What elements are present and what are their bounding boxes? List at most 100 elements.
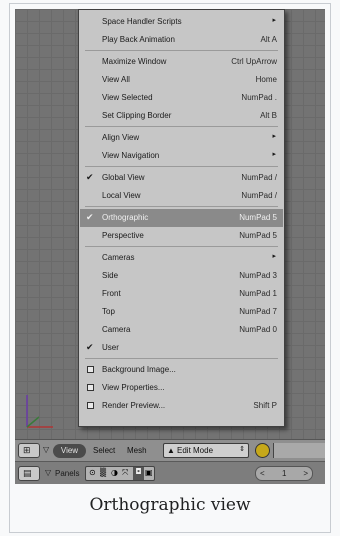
menu-item-background-image[interactable]: Background Image... xyxy=(80,361,283,379)
menu-item-label: Global View xyxy=(102,173,145,182)
context-buttons[interactable]: ⊙ ▒ ◑ ⤧ ◘ ▣ xyxy=(85,466,155,481)
menu-item-label: Top xyxy=(102,307,115,316)
menu-item-align-view[interactable]: Align View ▸ xyxy=(80,129,283,147)
menu-item-view-selected[interactable]: View Selected NumPad . xyxy=(80,89,283,107)
menu-separator xyxy=(85,358,278,359)
blender-screenshot: Space Handler Scripts ▸ Play Back Animatio… xyxy=(15,9,325,484)
window-icon xyxy=(87,366,94,373)
menu-item-label: Set Clipping Border xyxy=(102,111,172,120)
mesh-menu-button[interactable]: Mesh xyxy=(127,446,147,455)
menu-item-label: View Properties... xyxy=(102,383,165,392)
draw-type-icon[interactable] xyxy=(255,443,270,458)
menu-item-label: View Selected xyxy=(102,93,153,102)
menu-item-set-clipping-border[interactable]: Set Clipping Border Alt B xyxy=(80,107,283,125)
window-icon xyxy=(87,384,94,391)
checkmark-icon: ✔ xyxy=(86,212,94,222)
editing-context-icon[interactable]: ◘ xyxy=(133,467,144,480)
menu-item-label: Perspective xyxy=(102,231,144,240)
menu-item-shortcut: Home xyxy=(255,75,277,84)
menu-item-shortcut: Shift P xyxy=(253,401,277,410)
menu-item-label: Space Handler Scripts xyxy=(102,17,182,26)
select-menu-button[interactable]: Select xyxy=(93,446,115,455)
panels-menu-button[interactable]: Panels xyxy=(55,469,79,478)
checkmark-icon: ✔ xyxy=(86,342,94,352)
menu-separator xyxy=(85,166,278,167)
menu-item-label: View Navigation xyxy=(102,151,160,160)
menu-item-label: Camera xyxy=(102,325,131,334)
menu-separator xyxy=(85,126,278,127)
menu-item-global-view[interactable]: ✔ Global View NumPad / xyxy=(80,169,283,187)
frame-number-value: 1 xyxy=(282,469,287,478)
script-icon[interactable]: ▒ xyxy=(100,468,106,477)
checkmark-icon: ✔ xyxy=(86,172,94,182)
menu-item-local-view[interactable]: Local View NumPad / xyxy=(80,187,283,205)
menu-item-view-all[interactable]: View All Home xyxy=(80,71,283,89)
figure-frame: Space Handler Scripts ▸ Play Back Animatio… xyxy=(9,3,331,533)
figure-caption: Orthographic view xyxy=(89,495,251,515)
menu-item-shortcut: Alt B xyxy=(260,111,277,120)
object-context-icon[interactable]: ⤧ xyxy=(122,468,128,478)
menu-item-label: Cameras xyxy=(102,253,135,262)
logic-icon[interactable]: ⊙ xyxy=(89,468,96,477)
buttons-window-header: ▤ ▽ Panels ⊙ ▒ ◑ ⤧ ◘ ▣ < 1 > xyxy=(15,461,325,484)
buttons-window-type-button[interactable]: ▤ xyxy=(18,466,40,481)
menu-item-label: Render Preview... xyxy=(102,401,166,410)
menu-item-label: Align View xyxy=(102,133,140,142)
view-menu-button[interactable]: View xyxy=(53,444,86,458)
menu-item-camera[interactable]: Camera NumPad 0 xyxy=(80,321,283,339)
menu-item-label: User xyxy=(102,343,119,352)
submenu-arrow-icon: ▸ xyxy=(272,151,276,158)
3d-view-header: ⊞ ▽ View Select Mesh ▲ Edit Mode ⇕ xyxy=(15,439,325,461)
axis-gizmo-icon xyxy=(26,395,53,428)
menu-item-label: Play Back Animation xyxy=(102,35,175,44)
frame-increment-icon[interactable]: > xyxy=(303,469,308,478)
menu-item-perspective[interactable]: Perspective NumPad 5 xyxy=(80,227,283,245)
panels-collapse-icon[interactable]: ▽ xyxy=(45,468,51,477)
mode-select[interactable]: ▲ Edit Mode ⇕ xyxy=(163,443,249,458)
grid-icon: ⊞ xyxy=(23,446,31,456)
shading-context-icon[interactable]: ◑ xyxy=(111,468,118,477)
menu-item-shortcut: NumPad 5 xyxy=(239,231,277,240)
menu-item-label: Orthographic xyxy=(102,213,149,222)
menu-item-view-properties[interactable]: View Properties... xyxy=(80,379,283,397)
menu-item-orthographic[interactable]: ✔ Orthographic NumPad 5 xyxy=(80,209,283,227)
mode-select-label: Edit Mode xyxy=(177,446,214,455)
mode-dropdown-icon: ⇕ xyxy=(239,446,245,453)
view-dropdown-menu: Space Handler Scripts ▸ Play Back Animatio… xyxy=(78,9,285,427)
frame-number-field[interactable]: < 1 > xyxy=(255,466,313,481)
menu-separator xyxy=(85,206,278,207)
menu-item-label: Background Image... xyxy=(102,365,176,374)
menu-separator xyxy=(85,246,278,247)
menu-item-shortcut: NumPad 7 xyxy=(239,307,277,316)
scene-context-icon[interactable]: ▣ xyxy=(145,468,153,477)
menu-item-shortcut: NumPad 3 xyxy=(239,271,277,280)
window-type-button[interactable]: ⊞ xyxy=(18,443,40,458)
menu-item-label: Front xyxy=(102,289,121,298)
frame-decrement-icon[interactable]: < xyxy=(260,469,265,478)
menu-item-space-handler-scripts[interactable]: Space Handler Scripts ▸ xyxy=(80,13,283,31)
menu-item-shortcut: Alt A xyxy=(260,35,277,44)
window-icon xyxy=(87,402,94,409)
submenu-arrow-icon: ▸ xyxy=(272,17,276,24)
collapse-triangle-icon[interactable]: ▽ xyxy=(43,445,49,454)
menu-item-view-navigation[interactable]: View Navigation ▸ xyxy=(80,147,283,165)
menu-item-label: Maximize Window xyxy=(102,57,167,66)
menu-item-label: Side xyxy=(102,271,119,280)
menu-item-shortcut: NumPad / xyxy=(241,191,277,200)
submenu-arrow-icon: ▸ xyxy=(272,253,276,260)
menu-item-top[interactable]: Top NumPad 7 xyxy=(80,303,283,321)
menu-item-play-back-animation[interactable]: Play Back Animation Alt A xyxy=(80,31,283,49)
menu-item-user[interactable]: ✔ User xyxy=(80,339,283,357)
submenu-arrow-icon: ▸ xyxy=(272,133,276,140)
menu-item-front[interactable]: Front NumPad 1 xyxy=(80,285,283,303)
shading-button[interactable] xyxy=(273,443,325,458)
buttons-window-icon: ▤ xyxy=(23,469,32,479)
menu-item-side[interactable]: Side NumPad 3 xyxy=(80,267,283,285)
mode-triangle-icon: ▲ xyxy=(167,446,175,455)
menu-item-label: View All xyxy=(102,75,130,84)
menu-item-maximize-window[interactable]: Maximize Window Ctrl UpArrow xyxy=(80,53,283,71)
menu-item-render-preview[interactable]: Render Preview... Shift P xyxy=(80,397,283,415)
menu-item-cameras[interactable]: Cameras ▸ xyxy=(80,249,283,267)
menu-item-shortcut: NumPad 5 xyxy=(239,213,277,222)
menu-item-shortcut: NumPad 0 xyxy=(239,325,277,334)
